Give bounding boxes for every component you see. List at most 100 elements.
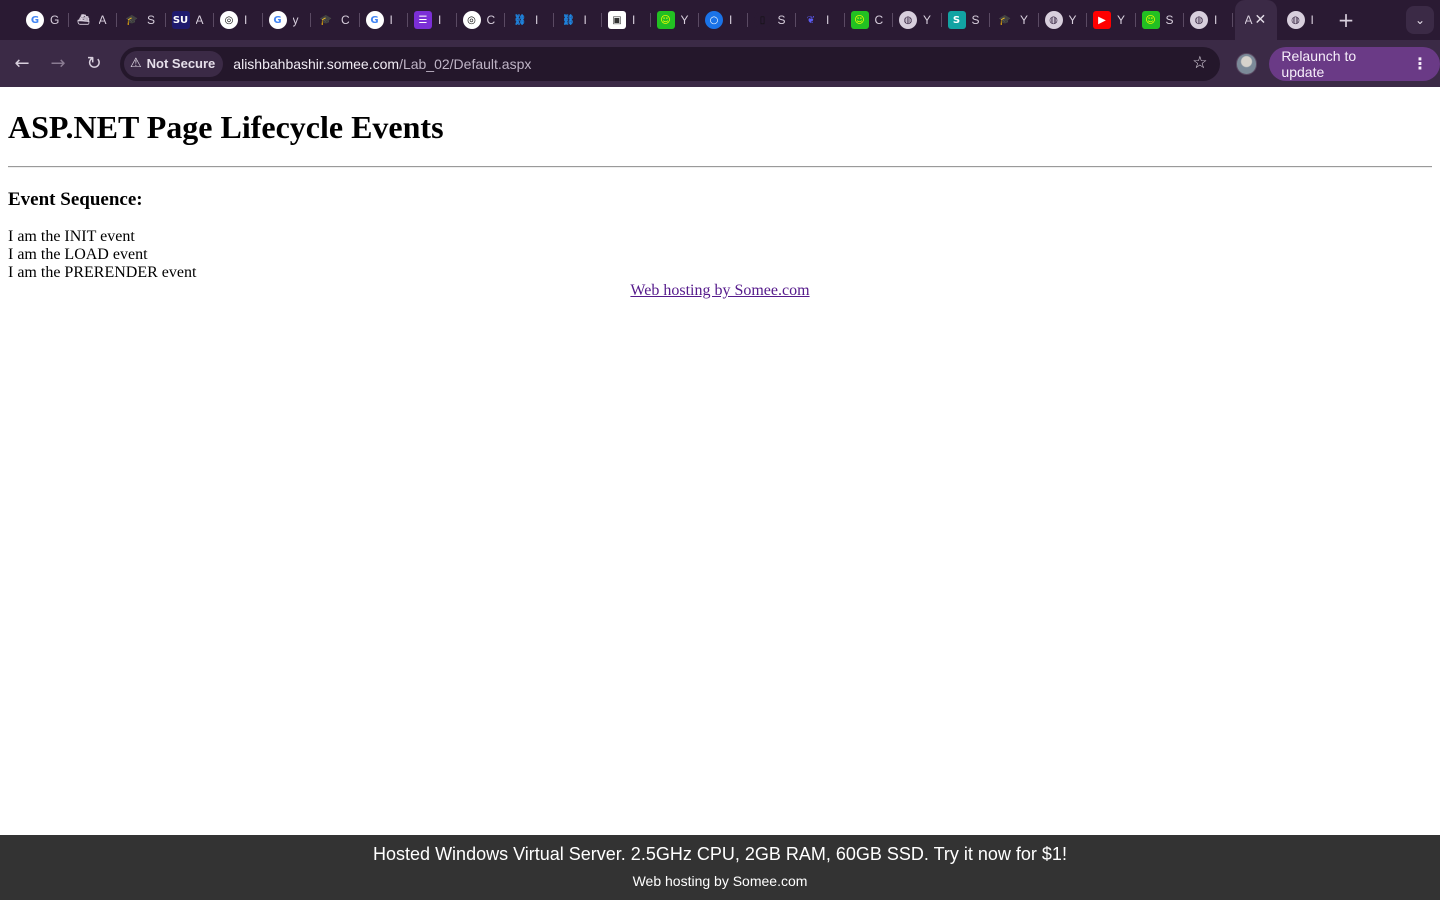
- tab-title: C: [874, 13, 884, 27]
- url-text[interactable]: alishbahbashir.somee.com/Lab_02/Default.…: [233, 56, 531, 72]
- tab-title: G: [50, 13, 60, 27]
- tab-title: I: [438, 13, 442, 27]
- s-logo-icon: S: [947, 11, 966, 29]
- tab-title: I: [729, 13, 733, 27]
- tab[interactable]: Gy: [263, 0, 311, 40]
- graduation-cap-icon: 🎓: [996, 11, 1014, 29]
- menu-icon[interactable]: ⋮: [1412, 54, 1428, 73]
- page-title: ASP.NET Page Lifecycle Events: [8, 109, 444, 145]
- reload-button[interactable]: ↻: [76, 46, 112, 82]
- tab[interactable]: GG: [20, 0, 69, 40]
- tab-title: S: [971, 13, 980, 27]
- tab[interactable]: ☺ S: [1136, 0, 1184, 40]
- relaunch-button[interactable]: Relaunch to update ⋮: [1269, 46, 1440, 81]
- ship-icon: ⛴: [74, 11, 93, 29]
- tab-after[interactable]: ◍ I: [1281, 0, 1330, 40]
- tab[interactable]: 🎓 S: [117, 0, 166, 40]
- tab[interactable]: ◎ I: [214, 0, 263, 40]
- hosting-ad-bar: Hosted Windows Virtual Server. 2.5GHz CP…: [0, 835, 1440, 900]
- tab[interactable]: ◍ Y: [893, 0, 942, 40]
- event-list: I am the INIT event I am the LOAD event …: [8, 228, 196, 282]
- event-line: I am the LOAD event: [8, 246, 148, 263]
- section-heading: Event Sequence:: [8, 189, 143, 210]
- google-icon: G: [268, 11, 287, 29]
- tab-title: I: [632, 13, 636, 27]
- tab[interactable]: ☺ C: [845, 0, 893, 40]
- google-icon: G: [365, 11, 384, 29]
- tab[interactable]: SS: [942, 0, 990, 40]
- smiley-icon: ☺: [1141, 11, 1160, 29]
- tab[interactable]: ▣ I: [602, 0, 651, 40]
- tab-title: Y: [1068, 13, 1077, 27]
- tab-title: S: [147, 13, 156, 27]
- smiley-icon: ☺: [656, 11, 675, 29]
- tab-title: I: [1310, 13, 1314, 27]
- tab[interactable]: ❦ I: [796, 0, 845, 40]
- tab[interactable]: 🎓 Y: [990, 0, 1039, 40]
- tab[interactable]: GI: [360, 0, 408, 40]
- tab[interactable]: ☰ I: [408, 0, 457, 40]
- globe-icon: ◍: [1190, 11, 1208, 29]
- tab[interactable]: ⛓ I: [554, 0, 602, 40]
- tab-title: A: [1244, 13, 1253, 27]
- ad-text[interactable]: Hosted Windows Virtual Server. 2.5GHz CP…: [0, 835, 1440, 865]
- tab[interactable]: ◍ Y: [1039, 0, 1087, 40]
- tab-title: A: [98, 13, 107, 27]
- tab-title: Y: [923, 13, 932, 27]
- list-icon: ☰: [414, 11, 432, 29]
- tab[interactable]: SU A: [166, 0, 214, 40]
- ad-subtext[interactable]: Web hosting by Somee.com: [0, 873, 1440, 889]
- tab-title: C: [486, 13, 496, 27]
- divider: [8, 166, 1432, 168]
- url-host: alishbahbashir.somee.com: [233, 55, 400, 72]
- security-chip[interactable]: ⚠ Not Secure: [124, 50, 224, 77]
- event-line: I am the INIT event: [8, 228, 135, 245]
- back-button[interactable]: ←: [4, 46, 40, 82]
- bookmark-star-icon[interactable]: ☆: [1192, 53, 1207, 73]
- tab-title: S: [777, 13, 786, 27]
- tab-title: I: [1214, 13, 1218, 27]
- tab[interactable]: ◍ I: [1184, 0, 1233, 40]
- address-bar[interactable]: ⚠ Not Secure alishbahbashir.somee.com/La…: [120, 46, 1220, 81]
- relaunch-label: Relaunch to update: [1281, 47, 1357, 80]
- link-icon: ⛓: [559, 11, 578, 29]
- forward-button[interactable]: →: [40, 46, 76, 82]
- tab-title: Y: [1117, 13, 1126, 27]
- tab[interactable]: ☺ Y: [651, 0, 699, 40]
- tab-title: Y: [680, 13, 689, 27]
- hosting-link[interactable]: Web hosting by Somee.com: [630, 282, 809, 299]
- globe-icon: ◍: [1286, 11, 1305, 29]
- file-icon: ▯: [753, 11, 772, 29]
- tab-separator: [1231, 13, 1233, 27]
- tab[interactable]: ○ I: [699, 0, 748, 40]
- tab-title: Y: [1020, 13, 1029, 27]
- google-icon: G: [26, 11, 44, 29]
- close-tab-icon[interactable]: ✕: [1255, 12, 1267, 28]
- profile-avatar[interactable]: [1235, 52, 1258, 75]
- tab-list: G G ⛴ A 🎓 S SU A ◎ I Gy 🎓 C G I ☰ I ◎ C ⛓ I ⛓ I ▣ I ☺ Y ○ I ▯ S ❦ I ☺ C ◍ Y S…: [20, 0, 1233, 40]
- tab-title: I: [244, 13, 248, 27]
- bird-icon: ❦: [802, 11, 820, 29]
- openai-icon: ◎: [462, 11, 481, 29]
- tab[interactable]: ▯ S: [748, 0, 796, 40]
- su-logo-icon: SU: [171, 11, 190, 29]
- tab-title: I: [826, 13, 830, 27]
- tab-title: y: [292, 13, 299, 27]
- warning-icon: ⚠: [130, 56, 142, 71]
- smiley-icon: ☺: [850, 11, 869, 29]
- hosting-link-container: Web hosting by Somee.com: [0, 282, 1440, 300]
- tab[interactable]: 🎓 C: [311, 0, 360, 40]
- page-content: ASP.NET Page Lifecycle Events Event Sequ…: [0, 87, 1440, 835]
- tab[interactable]: ◎ C: [457, 0, 505, 40]
- tab-title: I: [583, 13, 587, 27]
- tab-active[interactable]: A ✕: [1234, 0, 1277, 40]
- tab-title: S: [1165, 13, 1174, 27]
- tab[interactable]: ⛴ A: [69, 0, 117, 40]
- new-tab-button[interactable]: +: [1331, 5, 1361, 35]
- tab-search-button[interactable]: ⌄: [1406, 6, 1434, 34]
- tab[interactable]: ▶ Y: [1087, 0, 1136, 40]
- circle-icon: ○: [705, 11, 723, 29]
- browser-toolbar: ← → ↻ ⚠ Not Secure alishbahbashir.somee.…: [0, 40, 1440, 87]
- tab[interactable]: ⛓ I: [505, 0, 554, 40]
- openai-icon: ◎: [220, 11, 238, 29]
